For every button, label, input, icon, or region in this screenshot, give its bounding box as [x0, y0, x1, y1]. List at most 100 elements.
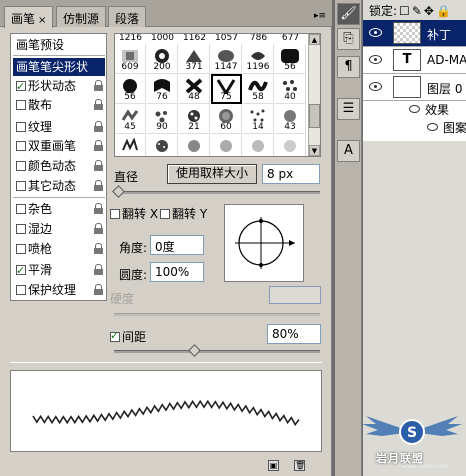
tip-grid-scrollbar[interactable]: ▲ ▼ — [308, 34, 320, 156]
character-panel-icon[interactable]: ☰ — [337, 98, 360, 120]
layer-row[interactable]: 图层 0 — [363, 74, 466, 101]
flip-y-checkbox[interactable] — [160, 209, 170, 219]
lock-all-icon[interactable]: 🔒 — [436, 4, 451, 18]
brush-tip[interactable]: 56 — [275, 44, 306, 74]
brush-tip[interactable]: 76 — [147, 74, 178, 104]
brush-tip[interactable]: 609 — [115, 44, 146, 74]
lock-transparent-icon[interactable]: ☐ — [399, 4, 410, 18]
layer-row[interactable]: T AD-MAG — [363, 47, 466, 74]
smoothing-checkbox[interactable] — [16, 262, 26, 280]
tab-brush[interactable]: 画笔 × — [4, 6, 54, 28]
lock-icon[interactable] — [94, 284, 103, 295]
tab-paragraph[interactable]: 段落 — [108, 6, 147, 27]
color-dynamics-checkbox[interactable] — [16, 161, 26, 171]
angle-field[interactable]: 0度 — [150, 235, 204, 255]
smoothing-item[interactable]: 平滑 — [13, 261, 105, 280]
tab-clone-source[interactable]: 仿制源 — [56, 6, 107, 27]
brush-tip[interactable]: 1196 — [243, 44, 274, 74]
dual-brush-checkbox[interactable] — [16, 141, 26, 151]
spacing-checkbox-group[interactable]: 间距 — [110, 328, 146, 345]
brush-tip[interactable]: 371 — [179, 44, 210, 74]
scroll-up-icon[interactable]: ▲ — [309, 34, 320, 45]
texture-item[interactable]: 纹理 — [13, 118, 105, 136]
other-dynamics-checkbox[interactable] — [16, 181, 26, 191]
airbrush-item[interactable]: 喷枪 — [13, 240, 105, 258]
shape-dynamics-item[interactable]: 形状动态 — [13, 77, 105, 96]
dual-brush-item[interactable]: 双重画笔 — [13, 137, 105, 155]
brush-tip[interactable]: 45 — [115, 104, 146, 134]
shape-dynamics-checkbox[interactable] — [16, 78, 26, 96]
lock-icon[interactable] — [94, 121, 103, 132]
layer-row[interactable]: 补丁 — [363, 20, 466, 47]
trash-icon[interactable]: 🗑 — [294, 460, 305, 471]
spacing-slider-track[interactable] — [114, 350, 320, 353]
brush-tip[interactable] — [275, 134, 306, 156]
flip-y-checkbox-group[interactable]: 翻转 Y — [160, 205, 207, 222]
wet-edges-item[interactable]: 湿边 — [13, 220, 105, 238]
noise-item[interactable]: 杂色 — [13, 200, 105, 218]
brush-tip[interactable] — [147, 134, 178, 156]
lock-position-icon[interactable]: ✥ — [424, 4, 434, 18]
lock-icon[interactable] — [94, 80, 103, 91]
scroll-thumb[interactable] — [309, 104, 320, 128]
eye-icon[interactable] — [369, 28, 382, 37]
texture-checkbox[interactable] — [16, 122, 26, 132]
eye-icon[interactable] — [369, 82, 382, 91]
brush-tip-selected[interactable]: 75 — [211, 74, 242, 104]
diameter-slider-thumb[interactable] — [112, 185, 125, 198]
spacing-field[interactable]: 80% — [267, 324, 321, 344]
flip-x-checkbox[interactable] — [110, 209, 120, 219]
color-dynamics-item[interactable]: 颜色动态 — [13, 157, 105, 175]
flip-x-checkbox-group[interactable]: 翻转 X — [110, 205, 158, 222]
lock-icon[interactable] — [94, 203, 103, 214]
spacing-slider-thumb[interactable] — [188, 344, 201, 357]
other-dynamics-item[interactable]: 其它动态 — [13, 177, 105, 195]
wet-edges-checkbox[interactable] — [16, 224, 26, 234]
brush-tip[interactable]: 48 — [179, 74, 210, 104]
scattering-item[interactable]: 散布 — [13, 96, 105, 114]
brush-tip[interactable]: 60 — [211, 104, 242, 134]
paragraph-icon[interactable]: ¶ — [337, 56, 360, 78]
brush-panel-icon[interactable]: 🖌 — [337, 3, 360, 25]
roundness-field[interactable]: 100% — [150, 262, 204, 282]
brush-tip[interactable]: 43 — [275, 104, 306, 134]
diameter-slider-track[interactable] — [114, 191, 320, 194]
diameter-field[interactable]: 8 px — [262, 164, 320, 184]
use-sample-size-button[interactable]: 使用取样大小 — [167, 164, 257, 184]
lock-icon[interactable] — [94, 223, 103, 234]
lock-icon[interactable] — [94, 99, 103, 110]
brush-tip[interactable]: 14 — [243, 104, 274, 134]
brush-angle-circle-icon[interactable] — [225, 205, 303, 281]
lock-icon[interactable] — [94, 180, 103, 191]
angle-roundness-widget[interactable] — [224, 204, 304, 282]
lock-icon[interactable] — [94, 160, 103, 171]
brush-tip[interactable]: 58 — [243, 74, 274, 104]
brush-tip-shape-item[interactable]: 画笔笔尖形状 — [13, 58, 105, 76]
lock-icon[interactable] — [94, 264, 103, 275]
airbrush-checkbox[interactable] — [16, 244, 26, 254]
brush-tip[interactable] — [243, 134, 274, 156]
brush-tip[interactable]: 90 — [147, 104, 178, 134]
eye-icon[interactable] — [409, 105, 420, 113]
brush-tip[interactable]: 1147 — [211, 44, 242, 74]
brush-tip[interactable]: 200 — [147, 44, 178, 74]
panel-menu-icon[interactable]: ▸≡ — [314, 10, 326, 22]
brush-tip[interactable] — [179, 134, 210, 156]
lock-icon[interactable] — [94, 243, 103, 254]
protect-texture-item[interactable]: 保护纹理 — [13, 281, 105, 299]
brush-tip[interactable]: 56 — [115, 74, 146, 104]
brush-tip[interactable] — [211, 134, 242, 156]
text-icon[interactable]: A — [337, 140, 360, 162]
create-brush-icon[interactable]: ▣ — [268, 460, 279, 471]
brush-presets-item[interactable]: 画笔预设 — [13, 36, 105, 54]
eye-icon[interactable] — [369, 55, 382, 64]
brush-tip[interactable]: 21 — [179, 104, 210, 134]
scattering-checkbox[interactable] — [16, 100, 26, 110]
scroll-down-icon[interactable]: ▼ — [309, 145, 320, 156]
eye-icon[interactable] — [427, 123, 438, 131]
lock-icon[interactable] — [94, 140, 103, 151]
brush-tip[interactable]: 40 — [275, 74, 306, 104]
brush-tip[interactable] — [115, 134, 146, 156]
tab-close-icon[interactable]: × — [38, 15, 46, 26]
clone-source-icon[interactable]: ⎘ — [337, 28, 360, 50]
